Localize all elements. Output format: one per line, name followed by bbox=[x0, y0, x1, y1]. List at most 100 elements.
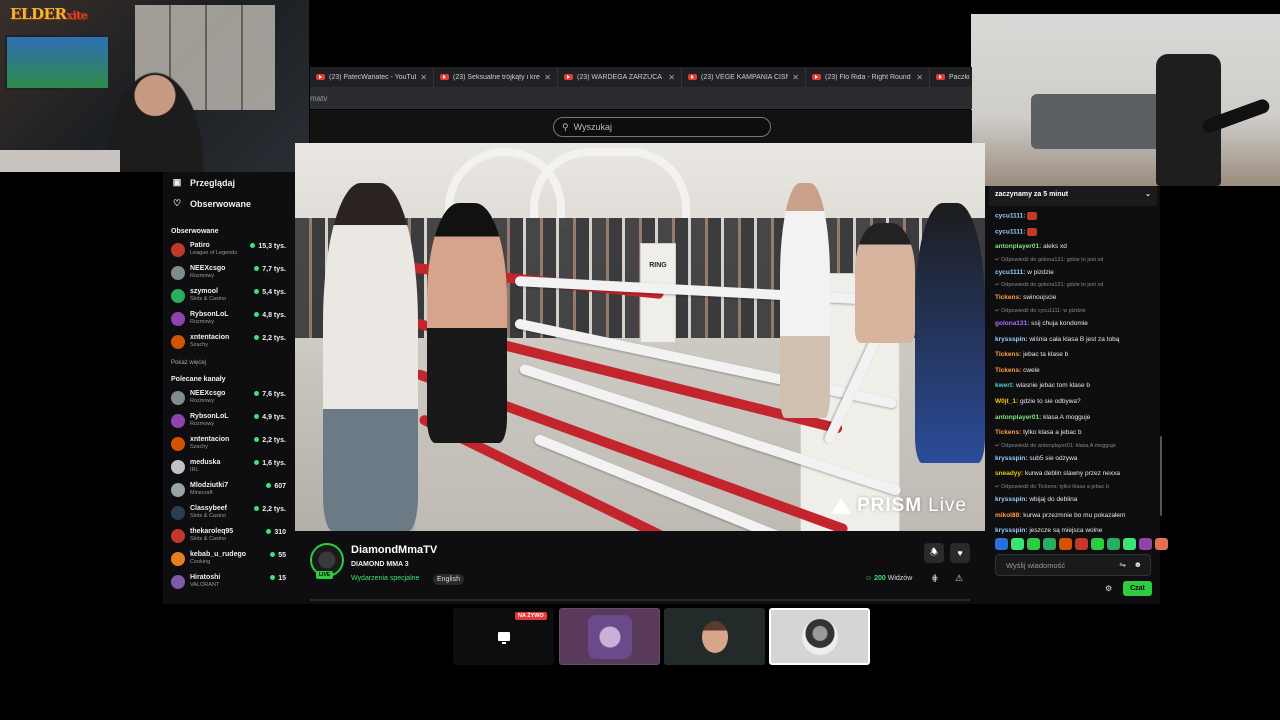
sidebar-channel[interactable]: Patiro League of Legends 15,3 tys. bbox=[163, 239, 295, 262]
chat-username[interactable]: kryssspin: bbox=[995, 527, 1028, 534]
channel-name[interactable]: DiamondMmaTV bbox=[351, 544, 437, 556]
chat-username[interactable]: kryssspin: bbox=[995, 496, 1028, 503]
sidebar-channel[interactable]: szymool Slots & Casino 5,4 tys. bbox=[163, 285, 295, 308]
close-icon[interactable]: ✕ bbox=[544, 73, 551, 82]
sidebar-channel[interactable]: thekaroleq95 Slots & Casino 310 bbox=[163, 525, 295, 548]
emote-icon[interactable] bbox=[1107, 538, 1120, 550]
close-icon[interactable]: ✕ bbox=[916, 73, 923, 82]
emote-icon[interactable] bbox=[995, 538, 1008, 550]
report-icon[interactable]: ⚠ bbox=[955, 573, 963, 584]
browser-tab[interactable]: (23) Flo Rida - Right Round (fe ✕ bbox=[806, 67, 930, 87]
sidebar-channel[interactable]: NEEXcsgo Rozmowy 7,6 tys. bbox=[163, 387, 295, 410]
chat-text: w pizdzie bbox=[1027, 268, 1054, 276]
pinned-message[interactable]: zaczynamy za 5 minut ⌄ bbox=[989, 186, 1157, 206]
chat-username[interactable]: antonplayer01: bbox=[995, 243, 1041, 250]
emote-icon[interactable] bbox=[1027, 538, 1040, 550]
language-tag[interactable]: English bbox=[433, 574, 464, 585]
chat-username[interactable]: cycu1111: bbox=[995, 228, 1025, 235]
browser-tab[interactable]: Paczki | Fo✕ bbox=[930, 67, 972, 87]
close-icon[interactable]: ✕ bbox=[668, 73, 675, 82]
browser-tab[interactable]: (23) Seksualne trójkąty i krew ✕ bbox=[434, 67, 558, 87]
sidebar-channel[interactable]: Hiratoshi VALORANT 15 bbox=[163, 571, 295, 594]
sidebar-channel[interactable]: RybsonLoL Rozmowy 4,9 tys. bbox=[163, 410, 295, 433]
show-more-link[interactable]: Pokaż więcej bbox=[163, 354, 295, 376]
follow-button[interactable]: ♥ bbox=[950, 543, 970, 563]
youtube-icon bbox=[936, 74, 945, 80]
chat-username[interactable]: Tickens: bbox=[995, 429, 1021, 436]
scene-thumbnail-screen[interactable]: NA ŻYWO bbox=[453, 608, 554, 665]
channel-category: Slots & Casino bbox=[190, 536, 227, 542]
chat-username[interactable]: Tickens: bbox=[995, 294, 1021, 301]
chat-username[interactable]: kryssspin: bbox=[995, 455, 1028, 462]
viewer-count: 7,6 tys. bbox=[254, 391, 286, 398]
close-icon[interactable]: ✕ bbox=[420, 73, 427, 82]
emote-icon[interactable] bbox=[1139, 538, 1152, 550]
chat-reply-context: ↵ Odpowiedź do antonplayer01: klasa A mo… bbox=[995, 442, 1116, 449]
chat-text: sub5 sie odzywa bbox=[1029, 454, 1078, 462]
heart-icon: ♥ bbox=[957, 548, 963, 558]
chat-username[interactable]: kwert: bbox=[995, 382, 1014, 389]
chevron-down-icon[interactable]: ⌄ bbox=[1145, 190, 1151, 198]
chat-username[interactable]: antonplayer01: bbox=[995, 414, 1041, 421]
avatar bbox=[171, 460, 185, 474]
emote-icon[interactable] bbox=[1075, 538, 1088, 550]
search-input[interactable]: ⚲ Wyszukaj bbox=[553, 117, 771, 137]
emote-icon[interactable] bbox=[1011, 538, 1024, 550]
viewer-count: 15 bbox=[270, 575, 286, 582]
chat-message: kryssspin: jeszcze są miejsca wolne bbox=[995, 523, 1155, 539]
sidebar-channel[interactable]: kebab_u_rudego Cooking 55 bbox=[163, 548, 295, 571]
chat-scrollbar[interactable] bbox=[1160, 436, 1162, 516]
chat-text: tylko klasa a jebac b bbox=[1023, 429, 1082, 437]
emote-icon[interactable] bbox=[1043, 538, 1056, 550]
chat-text: cwele bbox=[1023, 366, 1040, 374]
chat-message: golona131: ssij chuja kondomie bbox=[995, 316, 1155, 332]
channel-category: Slots & Casino bbox=[190, 513, 227, 519]
background-arch bbox=[530, 148, 690, 218]
address-bar[interactable]: matv bbox=[310, 87, 972, 109]
sidebar-channel[interactable]: xntentacion Szachy 2,2 tys. bbox=[163, 331, 295, 354]
emote-icon[interactable] bbox=[1091, 538, 1104, 550]
sidebar-channel[interactable]: Classybeef Slots & Casino 2,2 tys. bbox=[163, 502, 295, 525]
chat-username[interactable]: Tickens: bbox=[995, 367, 1021, 374]
avatar bbox=[171, 266, 185, 280]
browser-tab[interactable]: (23) PatecWariatec - YouTube ✕ bbox=[310, 67, 434, 87]
chat-username[interactable]: cycu1111: bbox=[995, 213, 1025, 220]
nav-following[interactable]: ♡ Obserwowane bbox=[163, 193, 295, 214]
chat-text: wlasnie jebac tom klase b bbox=[1015, 382, 1091, 390]
close-icon[interactable]: ✕ bbox=[792, 73, 799, 82]
chat-send-button[interactable]: Czat bbox=[1123, 581, 1152, 596]
browser-tab[interactable]: (23) VEGE KAMPANIA CIŚNIEN✕ bbox=[682, 67, 806, 87]
gear-icon[interactable]: ⚙ bbox=[1105, 584, 1112, 593]
sidebar-channel[interactable]: NEEXcsgo Rozmowy 7,7 tys. bbox=[163, 262, 295, 285]
chat-input[interactable]: Wyślij wiadomość ⇋ ☻ bbox=[995, 554, 1151, 576]
chat-message: cycu1111: bbox=[995, 224, 1155, 240]
chat-username[interactable]: cycu1111: bbox=[995, 269, 1025, 276]
nav-browse[interactable]: ▣ Przeglądaj bbox=[163, 172, 295, 193]
chat-username[interactable]: golona131: bbox=[995, 320, 1029, 327]
chat-username[interactable]: Tickens: bbox=[995, 351, 1021, 358]
scene-thumbnail-person[interactable] bbox=[664, 608, 765, 665]
sidebar-channel[interactable]: RybsonLoL Rozmowy 4,8 tys. bbox=[163, 308, 295, 331]
chat-text: jeszcze są miejsca wolne bbox=[1029, 527, 1103, 535]
notification-bell-button[interactable]: 🕭 bbox=[924, 543, 944, 563]
sidebar-channel[interactable]: xntentacion Szachy 2,2 tys. bbox=[163, 433, 295, 456]
scene-thumbnail-profile[interactable] bbox=[769, 608, 870, 665]
viewer-count: 607 bbox=[266, 483, 286, 490]
translate-icon[interactable]: ⇋ bbox=[1119, 560, 1126, 569]
sidebar-channel[interactable]: meduska IRL 1,6 tys. bbox=[163, 456, 295, 479]
emote-icon[interactable] bbox=[1059, 538, 1072, 550]
stream-category[interactable]: Wydarzenia specjalne bbox=[351, 575, 419, 582]
emote-icon[interactable] bbox=[1155, 538, 1168, 550]
sidebar-channel[interactable]: Mlodziutki7 Minecraft 607 bbox=[163, 479, 295, 502]
youtube-icon bbox=[812, 74, 821, 80]
chat-username[interactable]: mikol88: bbox=[995, 512, 1021, 519]
chat-username[interactable]: sneadyy: bbox=[995, 470, 1023, 477]
browser-tab[interactable]: (23) WARDEGA ZARZUCA SZAL✕ bbox=[558, 67, 682, 87]
emoji-icon[interactable]: ☻ bbox=[1134, 560, 1142, 569]
video-player[interactable]: RING PRISM Live bbox=[295, 143, 985, 531]
chat-username[interactable]: W0jt_1: bbox=[995, 398, 1018, 405]
share-icon[interactable]: ⋕ bbox=[931, 573, 939, 584]
emote-icon[interactable] bbox=[1123, 538, 1136, 550]
chat-username[interactable]: kryssspin: bbox=[995, 336, 1028, 343]
scene-thumbnail-avatar[interactable] bbox=[559, 608, 660, 665]
